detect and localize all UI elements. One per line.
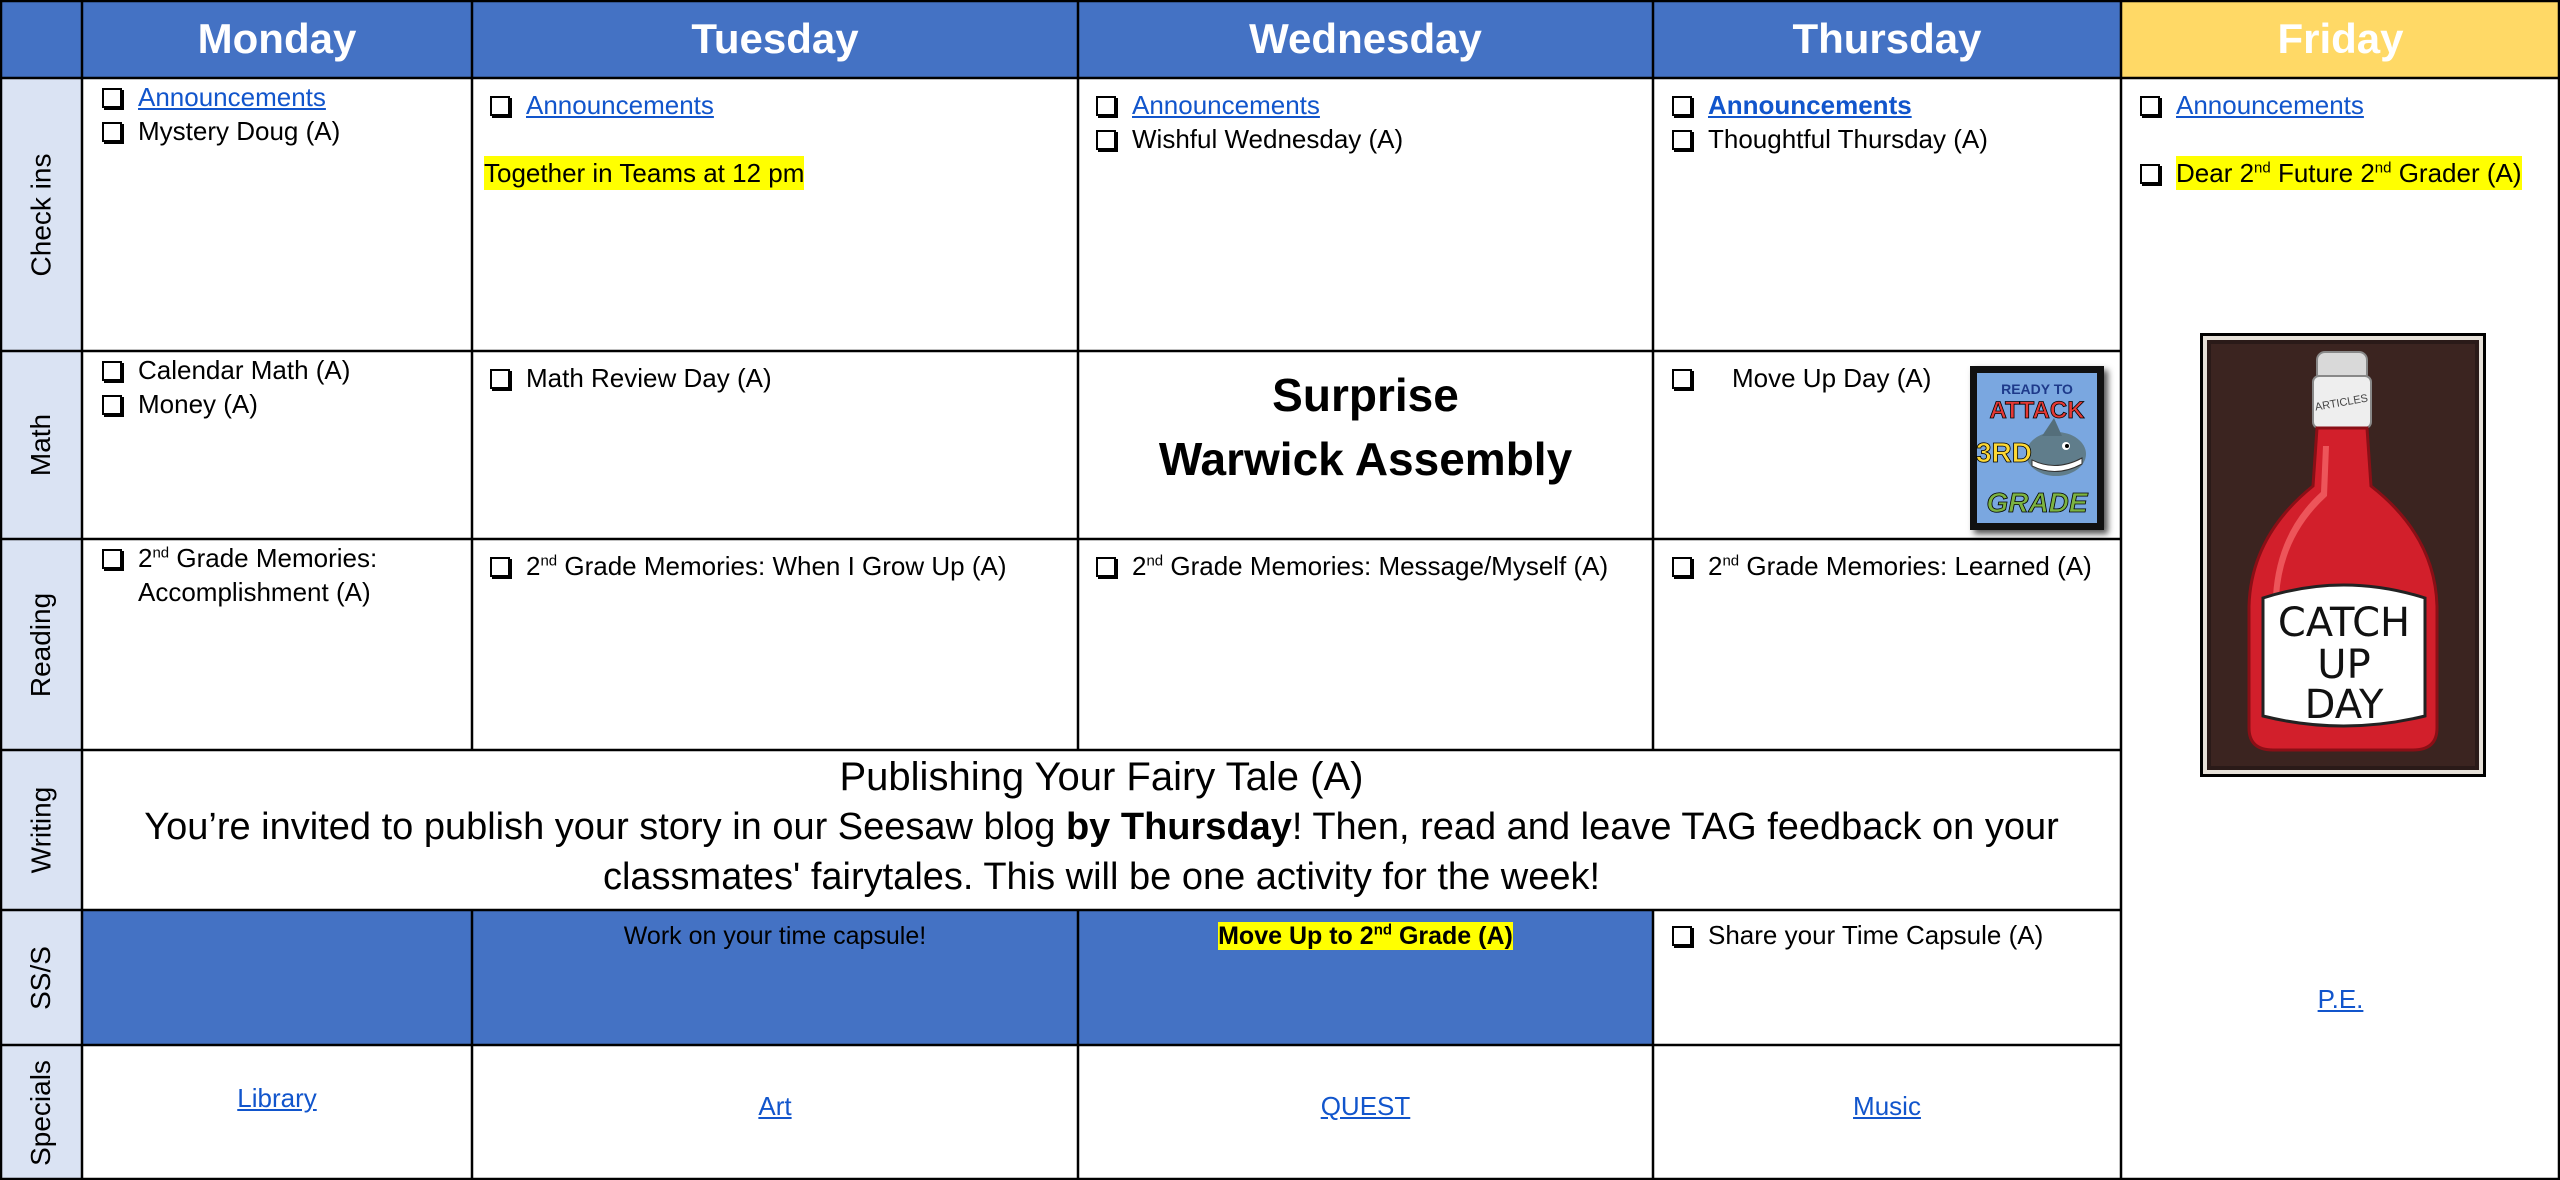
table-grid-lines	[0, 0, 2560, 1180]
weekly-schedule-table: Monday Tuesday Wednesday Thursday Friday…	[0, 0, 2560, 1180]
